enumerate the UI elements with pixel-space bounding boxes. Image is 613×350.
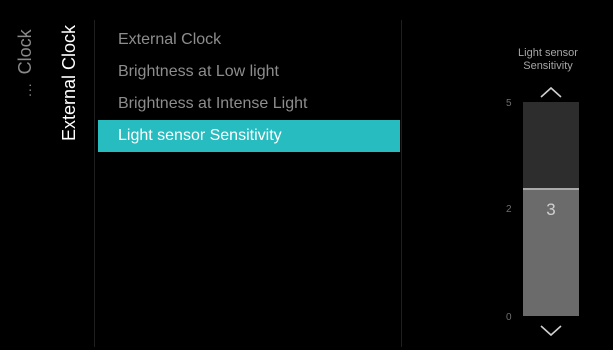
breadcrumb-parent[interactable]: ... Clock [3, 3, 47, 347]
slider-value: 3 [546, 199, 556, 219]
chevron-down-icon[interactable] [540, 325, 562, 337]
slider-max-label: 5 [506, 98, 512, 109]
breadcrumb-parent-label: Clock [15, 29, 35, 75]
divider-right [401, 20, 402, 347]
page-title: External Clock [59, 24, 79, 141]
divider-left [94, 20, 95, 347]
slider-min-label: 0 [506, 312, 512, 323]
breadcrumb-ellipsis: ... [18, 82, 34, 97]
tv-settings-screen: ... Clock External Clock External Clock B… [3, 3, 609, 347]
slider-title: Light sensor Sensitivity [518, 47, 578, 72]
settings-menu: External Clock Brightness at Low light B… [98, 24, 400, 152]
menu-item-brightness-intense-light[interactable]: Brightness at Intense Light [98, 88, 400, 120]
menu-item-brightness-low-light[interactable]: Brightness at Low light [98, 56, 400, 88]
slider-track[interactable]: 3 [523, 102, 579, 316]
chevron-up-icon[interactable] [540, 86, 562, 98]
slider-fill-edge [523, 187, 579, 190]
slider-mid-label: 2 [506, 204, 512, 215]
breadcrumb-current: External Clock [47, 3, 91, 347]
menu-item-light-sensor-sensitivity[interactable]: Light sensor Sensitivity [98, 120, 400, 152]
menu-item-external-clock[interactable]: External Clock [98, 24, 400, 56]
slider-fill: 3 [523, 187, 579, 316]
